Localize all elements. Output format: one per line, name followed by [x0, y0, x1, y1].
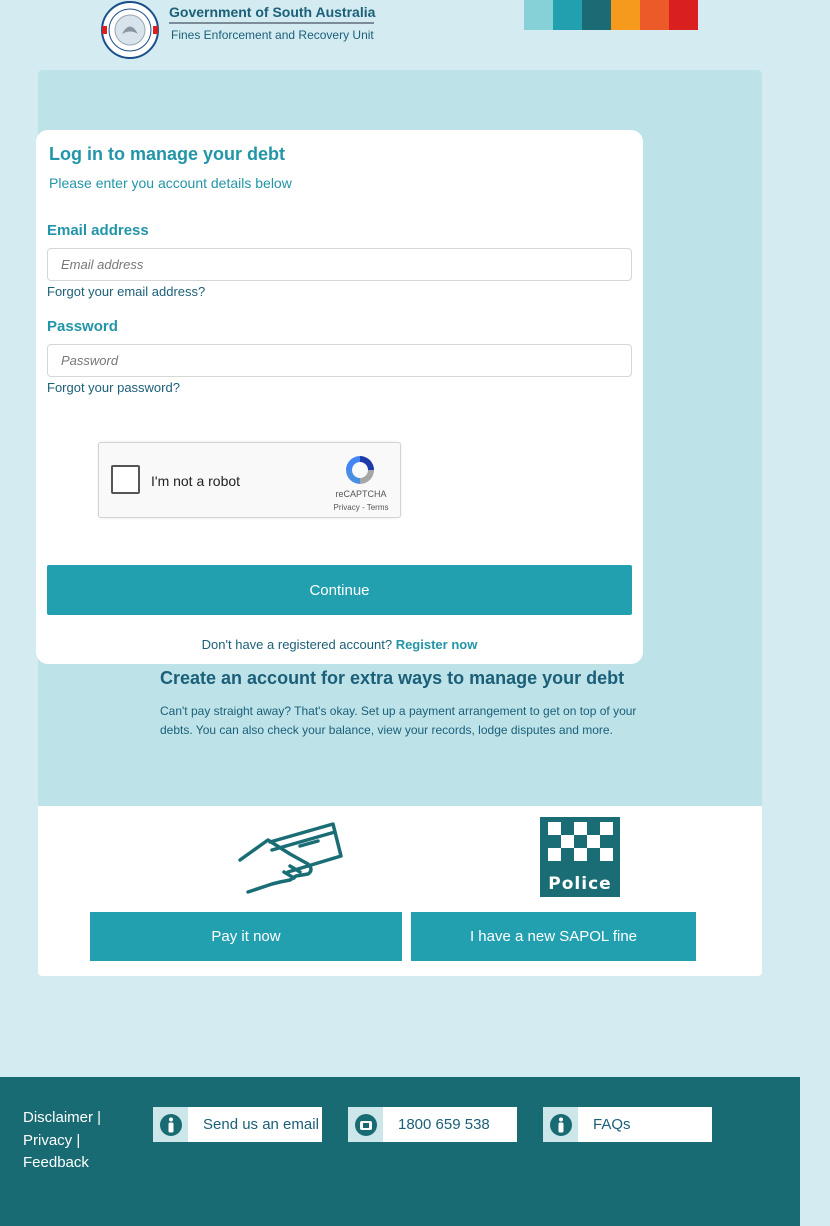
captcha-label: I'm not a robot [151, 473, 241, 489]
captcha-brand: reCAPTCHA [335, 489, 387, 499]
faqs-label: FAQs [593, 1116, 631, 1133]
disclaimer-link[interactable]: Disclaimer | [23, 1107, 101, 1130]
site-logo[interactable]: Government of South Australia Fines Enfo… [100, 0, 390, 62]
password-label: Password [47, 318, 118, 335]
register-line: Don't have a registered account? Registe… [36, 637, 643, 652]
credit-card-hand-icon [238, 822, 343, 894]
stripe [640, 0, 669, 30]
login-subtitle: Please enter you account details below [49, 175, 292, 191]
stripe [611, 0, 640, 30]
stripe [669, 0, 698, 30]
recaptcha-widget: I'm not a robot reCAPTCHA Privacy - Term… [98, 442, 401, 518]
person-icon [153, 1107, 188, 1142]
police-icon: Police [540, 817, 620, 897]
phone-icon [348, 1107, 383, 1142]
stripe [553, 0, 582, 30]
police-label: Police [548, 874, 611, 894]
sapol-fine-button[interactable]: I have a new SAPOL fine [411, 912, 696, 961]
phone-button[interactable]: 1800 659 538 [348, 1107, 517, 1142]
email-label: Email address [47, 222, 149, 239]
crest-icon [101, 1, 159, 59]
phone-number: 1800 659 538 [398, 1116, 490, 1133]
stripe [524, 0, 553, 30]
login-card: Log in to manage your debt Please enter … [36, 130, 643, 664]
recaptcha-icon [346, 456, 374, 484]
login-title: Log in to manage your debt [49, 144, 286, 164]
faqs-button[interactable]: FAQs [543, 1107, 712, 1142]
email-field[interactable] [47, 248, 632, 281]
captcha-checkbox[interactable] [111, 465, 140, 494]
org-subtitle: Fines Enforcement and Recovery Unit [171, 28, 374, 42]
privacy-link[interactable]: Privacy | [23, 1130, 101, 1153]
create-account-title: Create an account for extra ways to mana… [160, 668, 625, 688]
pay-now-button[interactable]: Pay it now [90, 912, 402, 961]
register-prompt: Don't have a registered account? [201, 637, 393, 652]
title-rule [169, 22, 374, 24]
register-now-link[interactable]: Register now [396, 637, 478, 652]
stripe [582, 0, 611, 30]
password-field[interactable] [47, 344, 632, 377]
person-icon [543, 1107, 578, 1142]
send-email-button[interactable]: Send us an email [153, 1107, 322, 1142]
brand-stripes [524, 0, 698, 30]
forgot-email-link[interactable]: Forgot your email address? [47, 284, 205, 299]
continue-button[interactable]: Continue [47, 565, 632, 615]
footer-links: Disclaimer | Privacy | Feedback [23, 1107, 101, 1175]
forgot-password-link[interactable]: Forgot your password? [47, 380, 180, 395]
org-title: Government of South Australia [169, 4, 376, 20]
captcha-privacy-terms-link[interactable]: Privacy - Terms [321, 503, 401, 512]
site-footer: Disclaimer | Privacy | Feedback Send us … [0, 1077, 800, 1226]
create-account-text: Can't pay straight away? That's okay. Se… [160, 704, 637, 737]
feedback-link[interactable]: Feedback [23, 1152, 101, 1175]
send-email-label: Send us an email [203, 1116, 319, 1133]
